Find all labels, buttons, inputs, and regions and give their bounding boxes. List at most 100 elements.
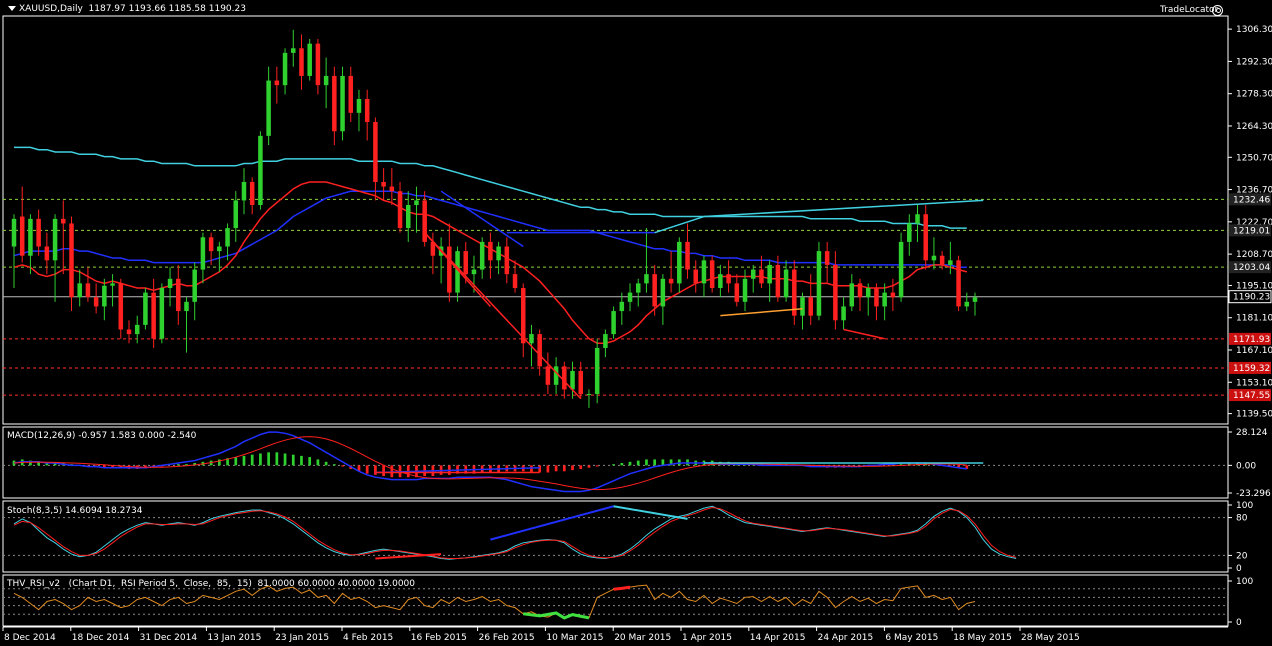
- candle-bear: [93, 297, 99, 307]
- price-axis-label: 1306.30: [1236, 25, 1272, 35]
- candle-bull: [948, 260, 953, 265]
- candle-bull: [972, 297, 978, 302]
- level-label-s2: 1159.32: [1233, 364, 1270, 374]
- rsi-axis-label: 100: [1236, 577, 1253, 587]
- candle-bull: [619, 301, 625, 312]
- stoch-axis-label: 20: [1236, 551, 1248, 561]
- trade-locator-icon[interactable]: [1212, 5, 1223, 16]
- time-axis-label: 1 Apr 2015: [682, 633, 732, 643]
- candle-bear: [274, 80, 280, 86]
- candle-bull: [233, 200, 239, 229]
- candle-bear: [759, 269, 764, 284]
- candle-bull: [865, 288, 871, 298]
- candle-bear: [422, 200, 427, 242]
- candle-bear: [545, 366, 551, 385]
- candle-bear: [775, 264, 781, 298]
- price-axis-label: 1139.50: [1236, 410, 1272, 420]
- rsi-title: THV_RSI_v2 (Chart D1, RSI Period 5, Clos…: [7, 579, 416, 589]
- candle-bear: [176, 278, 181, 312]
- price-axis-label: 1208.70: [1236, 250, 1272, 260]
- rsi-line: [13, 584, 976, 619]
- candle-bear: [488, 241, 493, 261]
- candle-bull: [52, 218, 58, 261]
- ma-slow-line: [14, 146, 967, 229]
- time-axis-label: 14 Apr 2015: [750, 633, 806, 643]
- time-axis-label: 18 Dec 2014: [72, 633, 130, 643]
- candle-bear: [44, 246, 50, 261]
- candle-bear: [299, 48, 304, 76]
- candle-bull: [340, 75, 345, 132]
- candle-bear: [504, 246, 510, 275]
- candle-bear: [652, 274, 657, 307]
- candle-bull: [800, 297, 805, 316]
- pattern-line-orange: [720, 307, 803, 317]
- stoch-title: Stoch(8,3,5) 14.6094 18.2734: [7, 506, 143, 516]
- candle-bear: [512, 274, 518, 288]
- candle-bull: [553, 366, 559, 385]
- price-axis-label: 1181.10: [1236, 314, 1272, 324]
- chart-canvas[interactable]: 1306.301292.301278.301264.301250.701236.…: [0, 0, 1272, 646]
- candle-bull: [159, 288, 165, 339]
- candle-bull: [701, 260, 707, 284]
- macd-axis-label: 28.124: [1236, 428, 1268, 438]
- candle-bull: [291, 48, 296, 53]
- candle-bull: [767, 264, 772, 284]
- candle-bear: [734, 283, 740, 302]
- candle-bear: [890, 292, 896, 298]
- candle-bull: [77, 283, 82, 298]
- candle-bull: [479, 241, 485, 270]
- candle-bear: [874, 288, 879, 307]
- price-axis-label: 1250.70: [1236, 153, 1272, 163]
- candle-bear: [939, 255, 945, 265]
- candle-bull: [356, 98, 362, 113]
- pattern-line-drop: [424, 232, 582, 400]
- candle-bull: [323, 75, 329, 86]
- candle-bear: [61, 218, 66, 224]
- candle-bear: [397, 191, 403, 229]
- stoch-axis-label: 80: [1236, 514, 1248, 524]
- candle-bull: [200, 237, 206, 270]
- candle-bull: [882, 292, 887, 307]
- candle-bear: [19, 216, 25, 256]
- candle-bull: [192, 269, 197, 302]
- time-axis-label: 24 Apr 2015: [818, 633, 874, 643]
- macd-title: MACD(12,26,9) -0.957 1.583 0.000 -2.540: [7, 431, 197, 441]
- candle-bull: [841, 306, 846, 321]
- candle-bear: [857, 283, 863, 298]
- candle-bull: [742, 278, 748, 302]
- candle-bull: [414, 200, 419, 206]
- candle-bear: [315, 43, 321, 86]
- time-axis-label: 8 Dec 2014: [4, 633, 56, 643]
- candle-bull: [217, 246, 222, 252]
- price-axis-label: 1167.10: [1236, 346, 1272, 356]
- candle-bull: [241, 181, 247, 201]
- candle-bear: [208, 237, 214, 252]
- candle-bull: [102, 285, 107, 307]
- candle-bull: [660, 278, 666, 307]
- candle-bear: [824, 251, 830, 265]
- candle-bull: [110, 283, 115, 286]
- pattern-line-cyan2: [703, 199, 984, 218]
- candle-bear: [463, 251, 469, 275]
- price-axis-label: 1195.10: [1236, 281, 1272, 291]
- candle-bear: [562, 366, 567, 390]
- candle-bull: [586, 394, 592, 396]
- candle-bear: [447, 246, 452, 293]
- candle-bull: [134, 324, 140, 335]
- dropdown-triangle-icon[interactable]: [8, 6, 16, 11]
- trade-locator-label: TradeLocator: [1160, 5, 1219, 15]
- candle-bull: [907, 223, 912, 242]
- candle-bull: [258, 135, 263, 206]
- time-axis-label: 28 May 2015: [1021, 633, 1080, 643]
- price-axis-label: 1153.10: [1236, 378, 1272, 388]
- level-label-l3: 1203.04: [1233, 263, 1270, 273]
- candle-bull: [644, 274, 649, 284]
- candle-bull: [611, 311, 616, 335]
- macd-axis-label: -23.296: [1236, 489, 1271, 499]
- candle-bear: [685, 241, 690, 270]
- candle-bear: [923, 214, 928, 261]
- candle-bear: [668, 278, 674, 284]
- time-axis-label: 20 Mar 2015: [614, 633, 671, 643]
- candle-bear: [956, 260, 961, 307]
- time-axis-label: 23 Jan 2015: [275, 633, 329, 643]
